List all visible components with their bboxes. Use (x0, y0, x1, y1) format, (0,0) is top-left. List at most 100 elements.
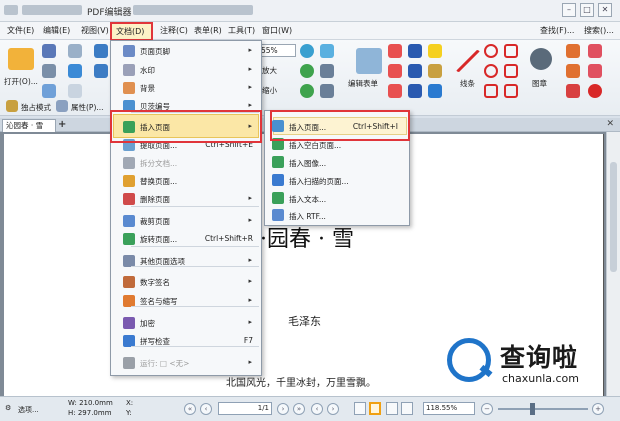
insert-submenu-item[interactable]: 插入 RTF... (266, 207, 408, 224)
stamp-icon[interactable] (530, 48, 552, 70)
note-text-icon[interactable] (408, 84, 422, 98)
sticky-note-icon[interactable] (428, 44, 442, 58)
zoom-slider-track[interactable] (498, 408, 588, 410)
open-folder-icon[interactable] (8, 48, 34, 70)
menu-comment[interactable]: 注释(C) (160, 25, 188, 36)
insert-submenu-item[interactable]: 插入扫描的页面... (266, 172, 408, 189)
document-menu-item[interactable]: 页面页脚 ▸ (111, 42, 261, 60)
save-icon[interactable] (42, 44, 56, 58)
add-tab-icon[interactable]: + (58, 119, 66, 130)
back-view-icon[interactable]: ‹ (311, 403, 323, 415)
redo-icon[interactable] (94, 64, 108, 78)
zoom-in-label[interactable]: 放大 (262, 65, 277, 76)
zoom-slider-handle[interactable] (530, 403, 535, 415)
polygon-icon[interactable] (504, 44, 518, 58)
page-layout-icon[interactable] (320, 84, 334, 98)
properties-icon[interactable] (56, 100, 68, 112)
first-page-icon[interactable]: « (184, 403, 196, 415)
typewriter-icon[interactable] (388, 44, 402, 58)
document-menu-item[interactable]: 数字签名 ▸ (111, 273, 261, 291)
print-icon[interactable] (42, 64, 56, 78)
eraser-icon[interactable] (566, 64, 580, 78)
rotate-right-icon[interactable] (300, 84, 314, 98)
gear-icon[interactable]: ⚙ (5, 404, 11, 412)
ellipse-icon[interactable] (484, 44, 498, 58)
exclusive-mode-label[interactable]: 独占模式 (21, 102, 51, 113)
properties-label[interactable]: 属性(P)... (71, 102, 104, 113)
document-menu-item[interactable]: 替换页面... (111, 172, 261, 190)
polyline-icon[interactable] (504, 64, 518, 78)
last-page-icon[interactable]: » (293, 403, 305, 415)
text-icon[interactable] (408, 44, 422, 58)
cloud-icon[interactable] (504, 84, 518, 98)
edit-form-icon[interactable] (356, 48, 382, 74)
rectangle-icon[interactable] (484, 84, 498, 98)
line-tool-icon[interactable] (456, 50, 480, 72)
close-window-button[interactable]: ✕ (598, 3, 612, 17)
facing-view-icon[interactable] (386, 402, 398, 415)
lines-label[interactable]: 线条 (460, 78, 475, 89)
menu-file[interactable]: 文件(E) (7, 25, 34, 36)
hand-tool-icon[interactable] (68, 64, 82, 78)
vertical-scrollbar[interactable] (606, 132, 620, 396)
fit-page-icon[interactable] (320, 44, 334, 58)
document-menu-item[interactable]: 加密 ▸ (111, 314, 261, 332)
options-button[interactable]: 选项... (18, 405, 39, 415)
find-button[interactable]: 查找(F)... (540, 25, 574, 36)
continuous-view-icon[interactable] (369, 402, 381, 415)
pencil-icon[interactable] (566, 44, 580, 58)
zoom-in-icon[interactable] (300, 44, 314, 58)
prev-page-icon[interactable]: ‹ (200, 403, 212, 415)
zoom-select[interactable]: 55% (258, 44, 296, 57)
menu-window[interactable]: 窗口(W) (262, 25, 292, 36)
document-menu-item[interactable]: 签名与缩写 ▸ (111, 292, 261, 310)
arrow-tool-icon[interactable] (588, 44, 602, 58)
rotate-left-icon[interactable] (300, 64, 314, 78)
dimension-tool-icon[interactable] (588, 64, 602, 78)
open-button-label[interactable]: 打开(O)... (4, 76, 38, 87)
document-menu-item[interactable]: 拼写检查 F7 (111, 332, 261, 350)
callout-icon[interactable] (388, 84, 402, 98)
document-menu-item[interactable]: 水印 ▸ (111, 61, 261, 79)
continuous-facing-view-icon[interactable] (401, 402, 413, 415)
document-tab[interactable]: 沁园春 · 雪 (2, 119, 56, 132)
circle-icon[interactable] (484, 64, 498, 78)
zoom-level-select[interactable]: 118.55% (423, 402, 475, 415)
search-button[interactable]: 搜索()... (584, 25, 614, 36)
close-tab-icon[interactable]: ✕ (606, 119, 614, 129)
page-icon[interactable] (68, 84, 82, 98)
insert-submenu-item[interactable]: 插入文本... (266, 190, 408, 207)
forward-view-icon[interactable]: › (327, 403, 339, 415)
undo-icon[interactable] (94, 44, 108, 58)
minimize-button[interactable]: – (562, 3, 576, 17)
document-menu-item[interactable]: 其他页面选项 ▸ (111, 252, 261, 270)
menu-tools[interactable]: 工具(T) (228, 25, 255, 36)
zoom-out-icon[interactable]: − (481, 403, 493, 415)
next-page-icon[interactable]: › (277, 403, 289, 415)
insert-submenu-item[interactable]: 插入图像... (266, 154, 408, 171)
menu-edit[interactable]: 编辑(E) (43, 25, 70, 36)
edit-form-label[interactable]: 编辑表单 (348, 78, 378, 89)
scrollbar-thumb[interactable] (610, 162, 617, 272)
menu-form[interactable]: 表单(R) (194, 25, 222, 36)
text-box-tool-icon[interactable] (408, 64, 422, 78)
single-page-view-icon[interactable] (354, 402, 366, 415)
page-number-input[interactable]: 1/1 (218, 402, 272, 415)
email-icon[interactable] (68, 44, 82, 58)
zoom-in-status-icon[interactable]: + (592, 403, 604, 415)
highlight-icon[interactable] (566, 84, 580, 98)
menu-document[interactable]: 文档(D) (110, 22, 153, 41)
scan-icon[interactable] (42, 84, 56, 98)
textbox-icon[interactable] (388, 64, 402, 78)
document-menu-item[interactable]: 裁剪页面 ▸ (111, 212, 261, 230)
document-menu-item[interactable]: 背景 ▸ (111, 79, 261, 97)
menu-view[interactable]: 视图(V) (81, 25, 109, 36)
zoom-out-label[interactable]: 缩小 (262, 85, 277, 96)
attach-file-icon[interactable] (428, 64, 442, 78)
stamp-label[interactable]: 图章 (532, 78, 547, 89)
maximize-button[interactable]: □ (580, 3, 594, 17)
sound-icon[interactable] (428, 84, 442, 98)
view-tool-icon[interactable] (320, 64, 334, 78)
exclusive-mode-icon[interactable] (6, 100, 18, 112)
no-entry-icon[interactable] (588, 84, 602, 98)
